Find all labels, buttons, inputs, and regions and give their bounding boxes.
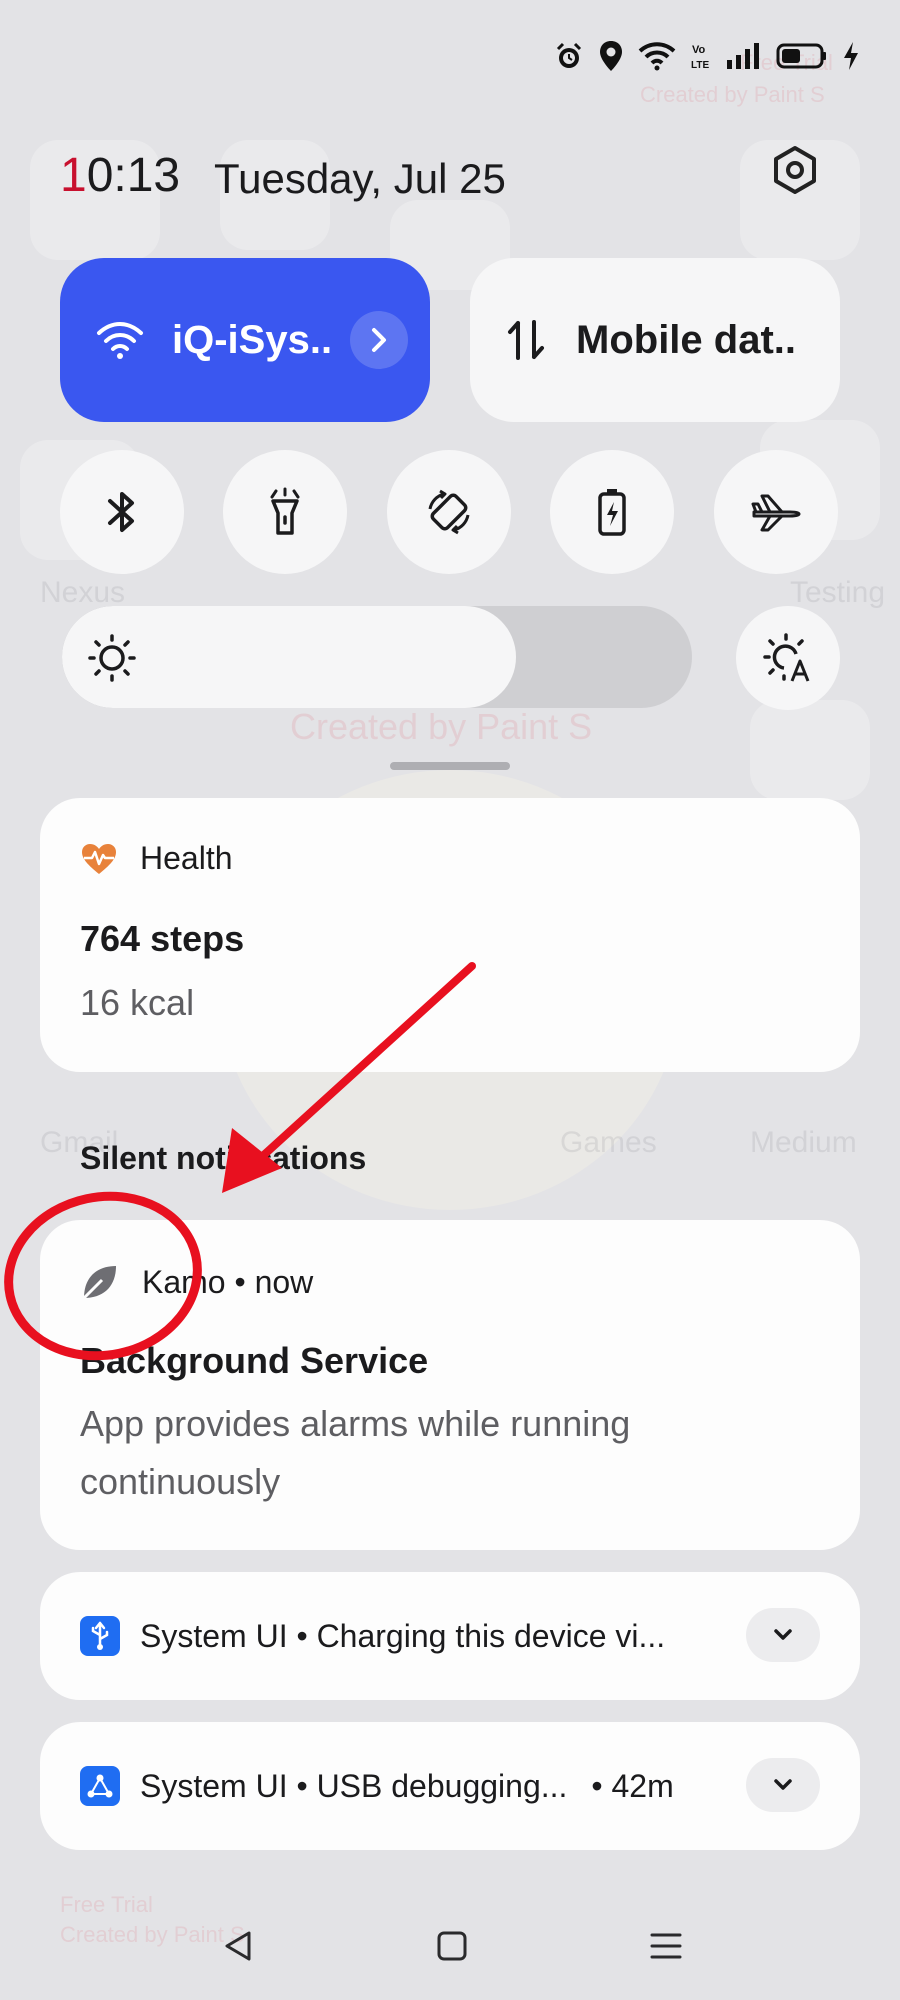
notification-app-name: Health (140, 840, 233, 876)
home-button[interactable] (422, 1916, 482, 1976)
auto-rotate-toggle[interactable] (387, 450, 511, 574)
battery-saver-icon (598, 489, 626, 536)
signal-icon (727, 43, 759, 69)
notification-text: System UI • USB debugging... (140, 1767, 568, 1804)
wifi-icon (97, 322, 143, 359)
system-ui-usb-debugging-notification[interactable]: System UI • USB debugging... • 42m (40, 1722, 860, 1850)
auto-brightness-toggle[interactable] (736, 606, 840, 710)
notification-text: App provides alarms while running contin… (80, 1403, 631, 1502)
heart-pulse-icon (82, 843, 116, 874)
auto-rotate-icon (428, 489, 470, 535)
notification-text: 16 kcal (80, 982, 195, 1023)
auto-brightness-icon (763, 633, 810, 682)
notification-text: System UI • Charging this device vi... (140, 1617, 666, 1654)
usb-icon (80, 1616, 120, 1656)
silent-notifications-heading: Silent notifications (80, 1140, 367, 1176)
health-notification[interactable]: Health 764 steps 16 kcal (40, 798, 860, 1072)
clock-time: 10:13 (60, 149, 181, 202)
panel-drag-handle[interactable] (390, 762, 510, 770)
notification-app-name: Kamo • now (142, 1263, 314, 1300)
navigation-bar (0, 1900, 900, 1990)
chevron-right-icon (372, 328, 386, 352)
settings-button[interactable] (765, 140, 825, 200)
svg-text:LTE: LTE (691, 60, 709, 71)
bluetooth-icon (108, 492, 134, 532)
location-icon (600, 41, 622, 71)
alarm-icon (556, 42, 582, 68)
expand-button[interactable] (746, 1758, 820, 1812)
watermark-created-by: Created by Paint S (640, 82, 825, 107)
recents-button[interactable] (636, 1916, 696, 1976)
flashlight-icon (270, 487, 300, 535)
mobile-data-icon (508, 320, 544, 360)
charging-icon (844, 42, 858, 70)
watermark-created-by: Created by Paint S (290, 706, 593, 747)
home-icon (437, 1931, 467, 1961)
notification-time: • 42m (591, 1767, 674, 1804)
wifi-tile[interactable]: iQ-iSys.. (60, 258, 430, 422)
wifi-details-button[interactable] (350, 311, 408, 369)
notification-title: Background Service (80, 1340, 429, 1381)
brightness-slider[interactable] (62, 606, 692, 708)
expand-button[interactable] (746, 1608, 820, 1662)
airplane-mode-toggle[interactable] (714, 450, 838, 574)
kamo-notification[interactable]: Kamo • now Background Service App provid… (40, 1220, 860, 1550)
mobile-data-tile[interactable]: Mobile dat.. (470, 258, 840, 422)
status-bar: Vo LTE (554, 36, 860, 76)
airplane-mode-icon (751, 494, 801, 532)
brightness-icon (88, 634, 136, 682)
mobile-data-tile-label: Mobile dat.. (576, 317, 796, 362)
svg-text:Vo: Vo (692, 44, 706, 56)
system-ui-charging-notification[interactable]: System UI • Charging this device vi... (40, 1572, 860, 1700)
leaf-icon (82, 1266, 116, 1300)
bluetooth-toggle[interactable] (60, 450, 184, 574)
menu-icon (650, 1933, 682, 1959)
battery-saver-toggle[interactable] (550, 450, 674, 574)
wifi-tile-label: iQ-iSys.. (172, 317, 333, 362)
battery-icon (776, 43, 826, 69)
date-label: Tuesday, Jul 25 (214, 155, 506, 202)
debug-share-icon (80, 1766, 120, 1806)
chevron-down-icon (774, 1629, 792, 1640)
back-icon (225, 1931, 251, 1961)
wifi-icon (638, 42, 676, 71)
notification-title: 764 steps (80, 918, 245, 959)
volte-icon: Vo LTE (691, 44, 709, 71)
gear-icon (774, 146, 816, 194)
flashlight-toggle[interactable] (223, 450, 347, 574)
chevron-down-icon (774, 1779, 792, 1790)
back-button[interactable] (208, 1916, 268, 1976)
